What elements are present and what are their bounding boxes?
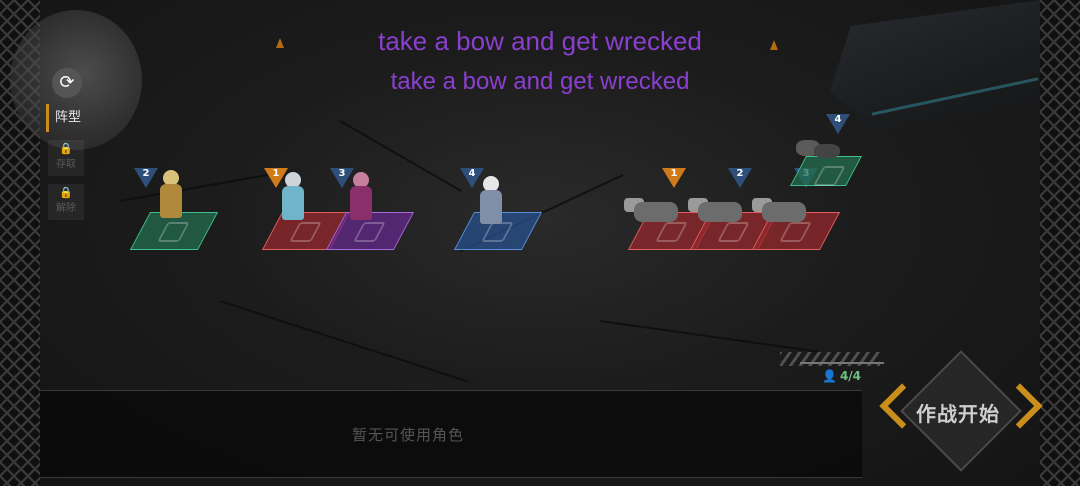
ally-unit[interactable] xyxy=(344,172,378,224)
enemy-unit[interactable] xyxy=(748,192,808,226)
release-formation-button[interactable]: 🔒 解除 xyxy=(48,184,84,220)
deploy-count: 👤 4/4 xyxy=(822,369,861,383)
start-battle-label: 作战开始 xyxy=(916,402,1000,426)
empty-roster-message: 暂无可使用角色 xyxy=(352,426,465,444)
enemy-unit[interactable] xyxy=(620,192,680,226)
overlay-caption-line2: take a bow and get wrecked xyxy=(390,68,690,95)
deploy-count-value: 4/4 xyxy=(839,369,862,383)
decorative-line xyxy=(800,362,884,364)
lock-icon: 🔒 xyxy=(59,186,73,199)
ground-crack xyxy=(219,300,468,383)
overlay-caption-line1: take a bow and get wrecked xyxy=(378,26,702,56)
swap-formation-button[interactable]: ⟳ xyxy=(52,68,82,98)
background-machine xyxy=(830,0,1040,130)
start-battle-button[interactable]: 作战开始 xyxy=(879,350,1043,472)
release-formation-label: 解除 xyxy=(56,203,76,214)
save-formation-button[interactable]: 🔒 存取 xyxy=(48,140,84,176)
enemy-unit[interactable] xyxy=(684,192,744,226)
enemy-unit[interactable] xyxy=(790,136,844,166)
ally-unit[interactable] xyxy=(154,170,188,222)
person-icon: 👤 xyxy=(822,369,837,383)
tab-formation[interactable]: 阵型 xyxy=(46,104,84,132)
swap-icon: ⟳ xyxy=(59,72,75,93)
lock-icon: 🔒 xyxy=(59,142,73,155)
ally-unit[interactable] xyxy=(276,172,310,224)
ground-crack xyxy=(599,320,818,353)
save-formation-label: 存取 xyxy=(56,159,76,170)
ally-unit[interactable] xyxy=(474,176,508,228)
